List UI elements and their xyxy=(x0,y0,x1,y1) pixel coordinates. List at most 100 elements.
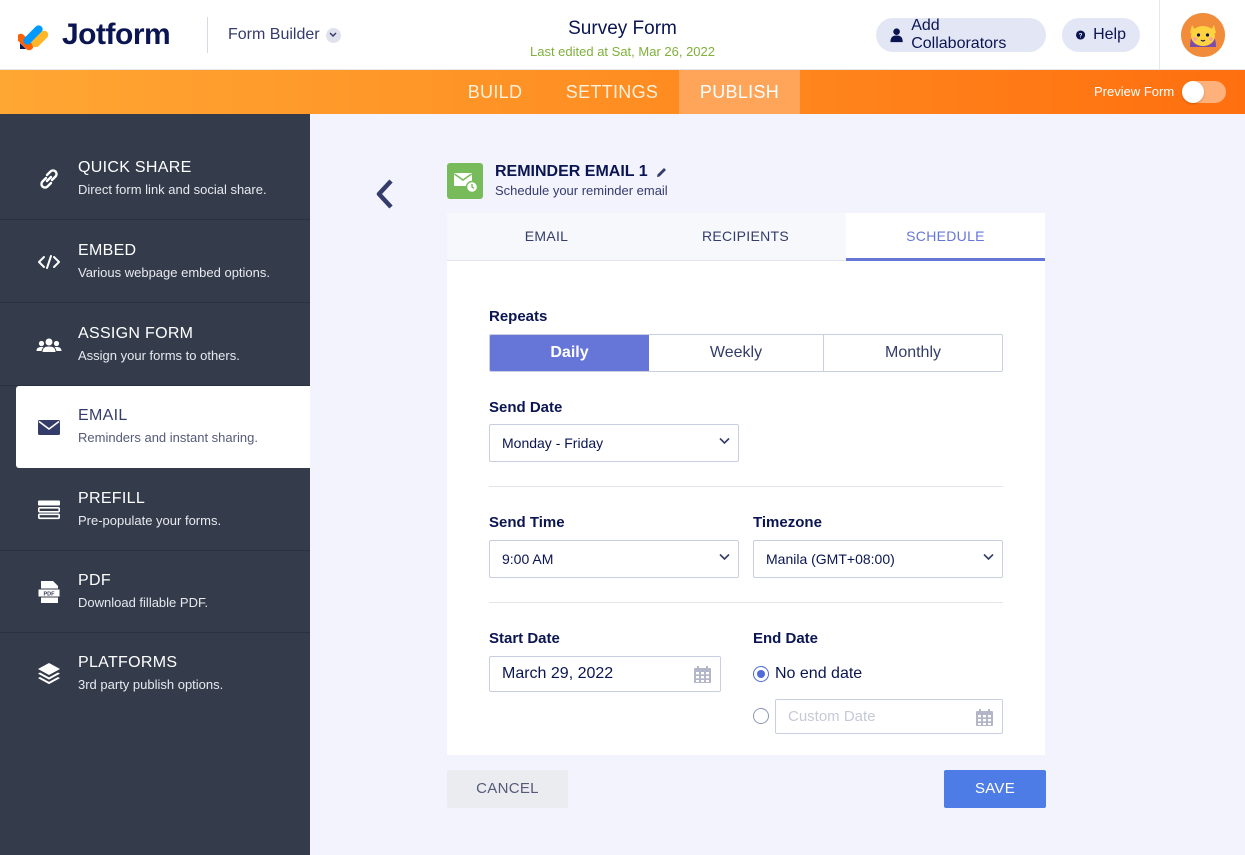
schedule-card: EMAIL RECIPIENTS SCHEDULE Repeats Daily … xyxy=(447,213,1045,755)
timezone-value: Manila (GMT+08:00) xyxy=(766,551,895,567)
layers-icon xyxy=(36,661,62,687)
header-divider xyxy=(207,17,208,53)
back-arrow-button[interactable] xyxy=(372,178,398,210)
sidebar-item-desc: Assign your forms to others. xyxy=(78,348,240,363)
sidebar-item-desc: Reminders and instant sharing. xyxy=(78,430,258,445)
reminder-title: REMINDER EMAIL 1 xyxy=(495,163,668,181)
end-date-label: End Date xyxy=(753,630,819,647)
user-icon xyxy=(890,28,903,43)
brand-name: Jotform xyxy=(62,18,171,51)
add-collaborators-button[interactable]: Add Collaborators xyxy=(876,17,1046,52)
tab-build[interactable]: BUILD xyxy=(455,70,535,114)
chevron-left-icon xyxy=(376,179,393,209)
sidebar-item-desc: Pre-populate your forms. xyxy=(78,513,222,528)
question-icon: ? xyxy=(1076,30,1086,40)
sidebar-item-label: EMBED xyxy=(78,242,137,259)
sidebar-item-embed[interactable]: EMBED Various webpage embed options. xyxy=(0,221,310,303)
code-icon xyxy=(36,249,62,275)
calendar-icon[interactable] xyxy=(693,665,712,684)
chevron-down-icon xyxy=(983,553,994,561)
jotform-logo[interactable]: Jotform xyxy=(18,18,171,52)
help-label: Help xyxy=(1093,26,1126,43)
sidebar-item-desc: 3rd party publish options. xyxy=(78,677,224,692)
send-date-value: Monday - Friday xyxy=(502,435,604,451)
repeat-daily-option[interactable]: Daily xyxy=(490,335,649,371)
reminder-email-icon xyxy=(447,163,483,199)
timezone-label: Timezone xyxy=(753,514,822,531)
start-date-value: March 29, 2022 xyxy=(502,665,614,682)
chevron-down-icon xyxy=(719,437,730,445)
sidebar-item-quick-share[interactable]: QUICK SHARE Direct form link and social … xyxy=(0,138,310,220)
send-date-select[interactable]: Monday - Friday xyxy=(489,424,739,462)
add-collaborators-label: Add Collaborators xyxy=(911,17,1007,52)
link-icon xyxy=(36,166,62,192)
sidebar-item-desc: Direct form link and social share. xyxy=(78,182,267,197)
sidebar-item-label: PDF xyxy=(78,572,111,589)
sidebar-item-label: PLATFORMS xyxy=(78,654,178,671)
no-end-date-radio[interactable] xyxy=(753,666,769,682)
send-time-value: 9:00 AM xyxy=(502,551,554,567)
publish-navbar: BUILD SETTINGS PUBLISH Preview Form xyxy=(0,70,1245,114)
avatar[interactable] xyxy=(1181,13,1225,57)
section-divider xyxy=(489,486,1003,487)
header-divider-right xyxy=(1159,0,1160,70)
repeat-segmented-control: Daily Weekly Monthly xyxy=(489,334,1003,372)
top-bar: Jotform Form Builder Survey Form Last ed… xyxy=(0,0,1245,70)
sidebar-item-prefill[interactable]: PREFILL Pre-populate your forms. xyxy=(0,469,310,551)
sidebar-item-label: PREFILL xyxy=(78,490,146,507)
sidebar-item-platforms[interactable]: PLATFORMS 3rd party publish options. xyxy=(0,633,310,715)
send-time-label: Send Time xyxy=(489,514,565,531)
form-title[interactable]: Survey Form xyxy=(480,18,765,40)
last-edited-text: Last edited at Sat, Mar 26, 2022 xyxy=(529,44,715,59)
cat-avatar-icon xyxy=(1181,13,1225,57)
pencil-icon[interactable] xyxy=(655,166,668,179)
send-date-label: Send Date xyxy=(489,399,563,416)
form-builder-label: Form Builder xyxy=(228,26,320,43)
sidebar-item-email[interactable]: EMAIL Reminders and instant sharing. xyxy=(16,386,310,468)
custom-date-input[interactable]: Custom Date xyxy=(775,699,1003,734)
sidebar-item-desc: Download fillable PDF. xyxy=(78,595,209,610)
preview-form-label: Preview Form xyxy=(1094,84,1175,99)
chevron-down-icon xyxy=(719,553,730,561)
reminder-subtitle: Schedule your reminder email xyxy=(495,183,668,198)
publish-sidebar: QUICK SHARE Direct form link and social … xyxy=(0,114,310,855)
chevron-down-icon xyxy=(325,27,341,43)
sidebar-item-desc: Various webpage embed options. xyxy=(78,265,270,280)
cancel-button[interactable]: CANCEL xyxy=(447,770,568,808)
save-button[interactable]: SAVE xyxy=(944,770,1046,808)
repeats-label: Repeats xyxy=(489,308,548,325)
tab-settings[interactable]: SETTINGS xyxy=(556,70,668,114)
sidebar-item-label: EMAIL xyxy=(78,407,128,424)
sidebar-item-assign-form[interactable]: ASSIGN FORM Assign your forms to others. xyxy=(0,304,310,386)
form-title-block: Survey Form Last edited at Sat, Mar 26, … xyxy=(480,18,765,59)
help-button[interactable]: ? Help xyxy=(1062,18,1140,52)
sidebar-item-label: ASSIGN FORM xyxy=(78,325,194,342)
users-icon xyxy=(36,332,62,358)
timezone-select[interactable]: Manila (GMT+08:00) xyxy=(753,540,1003,578)
sidebar-item-pdf[interactable]: PDF PDF Download fillable PDF. xyxy=(0,551,310,633)
pdf-icon: PDF xyxy=(36,579,62,605)
svg-text:PDF: PDF xyxy=(44,591,56,597)
envelope-icon xyxy=(36,414,62,440)
tab-email[interactable]: EMAIL xyxy=(447,213,646,261)
no-end-date-label[interactable]: No end date xyxy=(775,665,862,683)
jotform-logo-icon xyxy=(18,25,49,51)
send-time-select[interactable]: 9:00 AM xyxy=(489,540,739,578)
form-builder-dropdown[interactable]: Form Builder xyxy=(228,26,341,44)
panel-tabs: EMAIL RECIPIENTS SCHEDULE xyxy=(447,213,1045,261)
toggle-knob xyxy=(1182,81,1204,103)
repeat-weekly-option[interactable]: Weekly xyxy=(649,335,824,371)
section-divider xyxy=(489,602,1003,603)
tab-schedule[interactable]: SCHEDULE xyxy=(846,213,1045,261)
start-date-input[interactable]: March 29, 2022 xyxy=(489,656,721,692)
prefill-icon xyxy=(36,497,62,523)
reminder-title-text: REMINDER EMAIL 1 xyxy=(495,163,648,180)
tab-recipients[interactable]: RECIPIENTS xyxy=(646,213,845,261)
calendar-icon[interactable] xyxy=(975,708,994,727)
preview-form-toggle[interactable] xyxy=(1182,81,1226,103)
repeat-monthly-option[interactable]: Monthly xyxy=(824,335,1002,371)
svg-text:?: ? xyxy=(1079,32,1083,39)
tab-publish[interactable]: PUBLISH xyxy=(679,70,800,114)
custom-date-radio[interactable] xyxy=(753,708,769,724)
custom-date-placeholder: Custom Date xyxy=(788,708,876,725)
